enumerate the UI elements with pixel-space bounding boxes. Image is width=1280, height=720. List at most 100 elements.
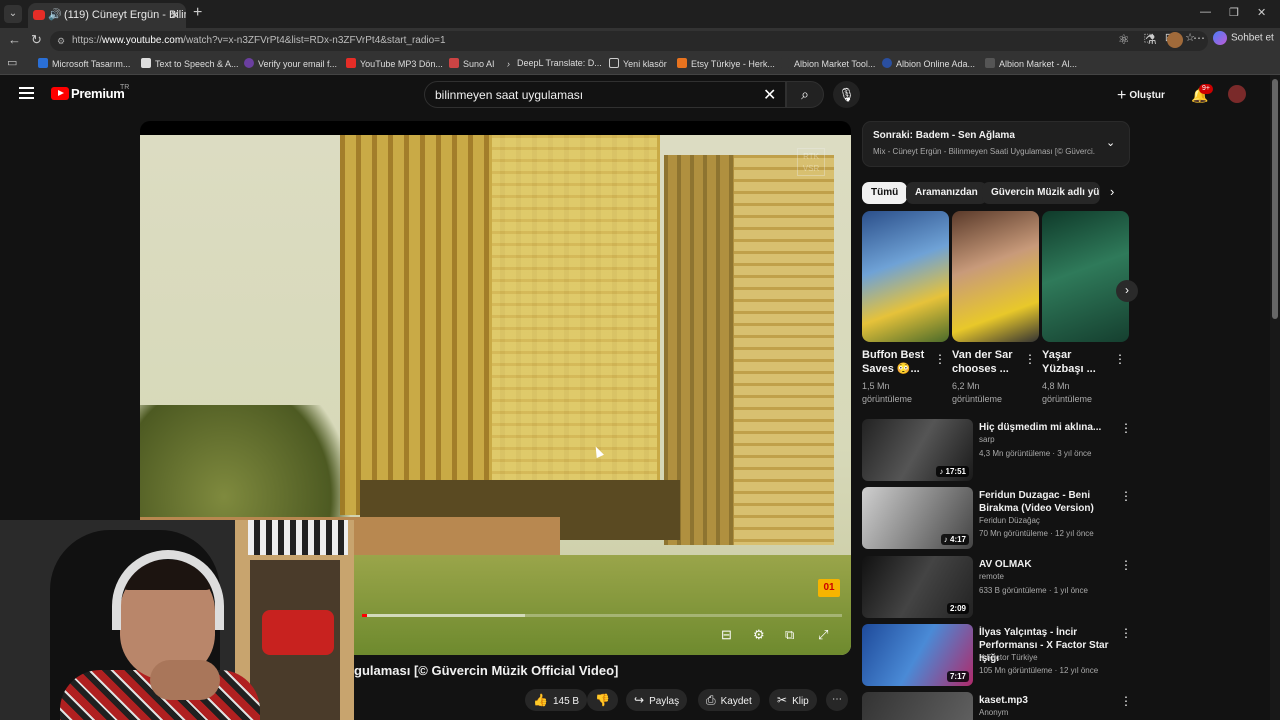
bookmark-item[interactable]: Verify your email f... bbox=[244, 58, 337, 69]
video-thumbnail[interactable]: 2:09 bbox=[862, 556, 973, 618]
bookmark-folder[interactable]: Yeni klasör bbox=[609, 58, 667, 69]
bookmark-item[interactable]: › DeepL Translate: D... bbox=[507, 58, 602, 69]
more-icon: ⋯ bbox=[832, 694, 842, 705]
related-channel[interactable]: remote bbox=[979, 572, 1004, 581]
new-tab-icon[interactable]: + bbox=[193, 4, 202, 22]
voice-search-icon[interactable]: 🎙 bbox=[833, 81, 860, 108]
audio-playing-icon[interactable]: 🔊 bbox=[48, 3, 62, 27]
page-scrollbar[interactable] bbox=[1270, 75, 1280, 720]
like-button[interactable]: 👍 145 B bbox=[525, 689, 588, 711]
list-item[interactable]: 7:17 İlyas Yalçıntaş - İncir Performansı… bbox=[862, 624, 1132, 686]
tab-actions-icon[interactable]: ▭ bbox=[7, 56, 17, 69]
related-channel[interactable]: Anonym bbox=[979, 708, 1008, 717]
tab-list-dropdown-icon[interactable]: ⌄ bbox=[4, 5, 22, 23]
related-title[interactable]: AV OLMAK bbox=[979, 558, 1117, 571]
progress-bar[interactable] bbox=[362, 614, 842, 617]
up-next-title: Sonraki: Badem - Sen Ağlama bbox=[873, 130, 1015, 141]
shorts-next-icon[interactable]: › bbox=[1116, 280, 1138, 302]
reload-icon[interactable]: ↻ bbox=[31, 32, 42, 48]
bookmark-item[interactable]: Etsy Türkiye - Herk... bbox=[677, 58, 775, 69]
short-thumbnail[interactable] bbox=[952, 211, 1039, 342]
youtube-logo-icon[interactable] bbox=[51, 87, 69, 100]
more-vert-icon[interactable]: ⋮ bbox=[1024, 352, 1036, 366]
create-label: Oluştur bbox=[1129, 90, 1165, 101]
fullscreen-icon[interactable]: ⤢ bbox=[818, 627, 828, 643]
more-vert-icon[interactable]: ⋮ bbox=[1114, 352, 1126, 366]
chip-channel-uploads[interactable]: Güvercin Müzik adlı yük bbox=[982, 182, 1100, 204]
chat-label: Sohbet et bbox=[1231, 32, 1274, 44]
subtitles-icon[interactable]: ⊟ bbox=[721, 627, 732, 643]
close-tab-icon[interactable]: ✕ bbox=[170, 3, 180, 27]
close-window-icon[interactable]: ✕ bbox=[1257, 6, 1266, 19]
bookmark-item[interactable]: Text to Speech & A... bbox=[141, 58, 239, 69]
site-info-icon[interactable]: ⚙ bbox=[57, 31, 65, 51]
bookmark-item[interactable]: Albion Market - Al... bbox=[985, 58, 1077, 69]
settings-gear-icon[interactable]: ⚙ bbox=[753, 627, 765, 643]
related-title[interactable]: Feridun Duzagac - Beni Birakma (Video Ve… bbox=[979, 489, 1117, 515]
list-item[interactable]: 2:09 AV OLMAK remote 633 B görüntüleme ·… bbox=[862, 556, 1132, 618]
related-title[interactable]: kaset.mp3 bbox=[979, 694, 1117, 707]
browser-menu-icon[interactable]: ⋯ bbox=[1193, 31, 1205, 45]
short-title[interactable]: Yaşar Yüzbaşı ... bbox=[1042, 348, 1112, 376]
related-title[interactable]: Hiç düşmedim mi aklına... bbox=[979, 421, 1117, 434]
video-thumbnail[interactable]: 7:17 bbox=[862, 624, 973, 686]
youtube-brand[interactable]: Premium bbox=[71, 86, 125, 101]
url-field[interactable]: ⚙ https://www.youtube.com/watch?v=x-n3ZFV… bbox=[50, 31, 1208, 51]
menu-icon[interactable] bbox=[19, 87, 34, 99]
restore-icon[interactable]: ❐ bbox=[1229, 6, 1239, 19]
extensions-icon[interactable]: ⚛ bbox=[1118, 32, 1130, 48]
clip-label: Klip bbox=[792, 696, 809, 707]
short-title[interactable]: Van der Sar chooses ... bbox=[952, 348, 1022, 376]
video-thumbnail[interactable]: ♪ 17:51 bbox=[862, 419, 973, 481]
chip-all[interactable]: Tümü bbox=[862, 182, 908, 204]
up-next-panel[interactable] bbox=[862, 121, 1130, 167]
miniplayer-icon[interactable]: ⧉ bbox=[785, 627, 794, 643]
short-thumbnail[interactable] bbox=[862, 211, 949, 342]
list-item[interactable]: kaset.mp3 Anonym ⋮ bbox=[862, 692, 1130, 720]
browser-tab-strip: ⌄ 🔊 (119) Cüneyt Ergün - Bilinmey ✕ + — … bbox=[0, 0, 1280, 28]
more-vert-icon[interactable]: ⋮ bbox=[1120, 421, 1132, 435]
bookmark-item[interactable]: Microsoft Tasarım... bbox=[38, 58, 130, 69]
bookmark-icon: ⎙ bbox=[706, 693, 716, 707]
more-actions-button[interactable]: ⋯ bbox=[826, 689, 848, 711]
search-button[interactable]: ⌕ bbox=[786, 81, 824, 108]
list-item[interactable]: ♪ 4:17 Feridun Duzagac - Beni Birakma (V… bbox=[862, 487, 1132, 549]
clear-search-icon[interactable]: ✕ bbox=[763, 85, 776, 105]
more-vert-icon[interactable]: ⋮ bbox=[1120, 694, 1130, 708]
avatar[interactable] bbox=[1228, 85, 1246, 103]
back-icon[interactable]: ← bbox=[8, 32, 21, 47]
chevron-right-icon[interactable]: › bbox=[1110, 184, 1114, 199]
create-button[interactable]: + Oluştur bbox=[1117, 87, 1165, 105]
bookmark-item[interactable]: YouTube MP3 Dön... bbox=[346, 58, 443, 69]
browser-profile-avatar[interactable] bbox=[1167, 32, 1183, 48]
video-thumbnail[interactable]: ♪ 4:17 bbox=[862, 487, 973, 549]
bookmark-item[interactable]: Albion Online Ada... bbox=[882, 58, 975, 69]
minimize-icon[interactable]: — bbox=[1200, 6, 1211, 18]
save-button[interactable]: ⎙ Kaydet bbox=[698, 689, 760, 711]
notification-badge: 9+ bbox=[1199, 84, 1213, 94]
bookmark-item[interactable]: Albion Market Tool... bbox=[780, 58, 875, 69]
dislike-button[interactable]: 👎 bbox=[587, 689, 618, 711]
related-channel[interactable]: X Factor Türkiye bbox=[979, 653, 1038, 662]
short-thumbnail[interactable] bbox=[1042, 211, 1129, 342]
clip-button[interactable]: ✂ Klip bbox=[769, 689, 817, 711]
browser-tab-youtube[interactable]: 🔊 (119) Cüneyt Ergün - Bilinmey ✕ bbox=[28, 3, 186, 28]
flask-icon[interactable]: ⚗ bbox=[1145, 32, 1157, 48]
more-vert-icon[interactable]: ⋮ bbox=[1120, 558, 1132, 572]
bookmark-item[interactable]: Suno AI bbox=[449, 58, 495, 69]
more-vert-icon[interactable]: ⋮ bbox=[1120, 489, 1132, 503]
chip-from-search[interactable]: Aramanızdan bbox=[906, 182, 987, 204]
chevron-down-icon[interactable]: ⌄ bbox=[1106, 136, 1115, 149]
related-channel[interactable]: Feridun Düzağaç bbox=[979, 516, 1040, 525]
share-button[interactable]: ↪ Paylaş bbox=[626, 689, 688, 711]
short-title[interactable]: Buffon Best Saves 😳... bbox=[862, 348, 932, 376]
more-vert-icon[interactable]: ⋮ bbox=[934, 352, 946, 366]
copilot-chat-button[interactable]: Sohbet et bbox=[1213, 31, 1274, 45]
related-channel[interactable]: sarp bbox=[979, 435, 995, 444]
more-vert-icon[interactable]: ⋮ bbox=[1120, 626, 1132, 640]
list-item[interactable]: ♪ 17:51 Hiç düşmedim mi aklına... sarp 4… bbox=[862, 419, 1132, 481]
address-toolbar: ← ↻ ⚙ https://www.youtube.com/watch?v=x-n… bbox=[0, 28, 1280, 53]
video-thumbnail[interactable] bbox=[862, 692, 973, 720]
search-input[interactable]: bilinmeyen saat uygulaması bbox=[424, 81, 786, 108]
scrollbar-thumb[interactable] bbox=[1272, 79, 1278, 319]
